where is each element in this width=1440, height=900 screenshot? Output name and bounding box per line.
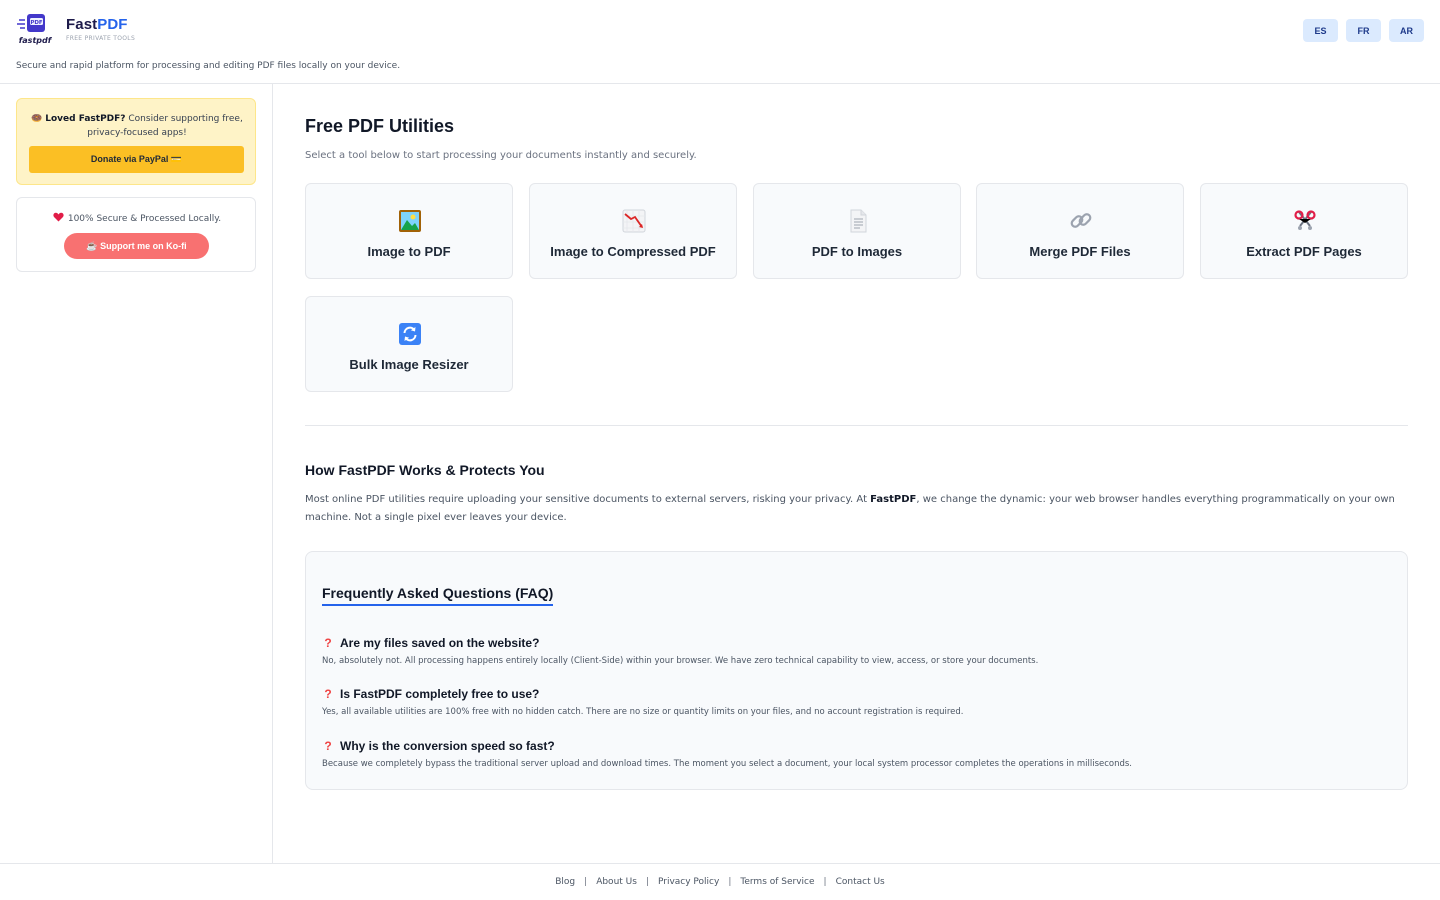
footer-separator: |	[645, 877, 649, 887]
language-switcher: ES FR AR	[1303, 19, 1424, 42]
tool-card-image-to-pdf[interactable]: Image to PDF	[305, 183, 513, 279]
donate-paypal-button[interactable]: Donate via PayPal 💳	[29, 146, 244, 173]
site-footer: Blog | About Us | Privacy Policy | Terms…	[0, 863, 1440, 900]
page-title: Free PDF Utilities	[305, 116, 455, 136]
faq-item: ? Are my files saved on the website? No, …	[322, 636, 1392, 666]
faq-answer: Because we completely bypass the traditi…	[322, 759, 1133, 769]
faq-question: ? Are my files saved on the website?	[322, 636, 1392, 650]
faq-answer: Yes, all available utilities are 100% fr…	[322, 707, 964, 717]
faq-section: Frequently Asked Questions (FAQ) ? Are my…	[305, 551, 1408, 790]
svg-text:fastpdf: fastpdf	[19, 36, 53, 45]
tool-label: PDF to Images	[811, 244, 903, 259]
tool-card-bulk-image-resizer[interactable]: Bulk Image Resizer	[305, 296, 513, 392]
donut-icon: 🍩	[31, 114, 43, 124]
faq-item: ? Why is the conversion speed so fast? Be…	[322, 739, 1392, 769]
donate-card: 🍩 Loved FastPDF? Consider supporting fre…	[16, 98, 256, 185]
tool-card-pdf-to-images[interactable]: PDF to Images	[753, 183, 961, 279]
how-it-works-title: How FastPDF Works & Protects You	[305, 462, 545, 478]
footer-link-about-us[interactable]: About Us	[596, 877, 637, 887]
brand: FastPDF FREE PRIVATE TOOLS	[66, 16, 135, 42]
faq-answer: No, absolutely not. All processing happe…	[322, 656, 1039, 666]
lang-button-es[interactable]: ES	[1303, 19, 1338, 42]
tool-label: Image to Compressed PDF	[550, 244, 716, 259]
footer-link-blog[interactable]: Blog	[555, 877, 575, 887]
footer-separator: |	[728, 877, 732, 887]
lang-button-ar[interactable]: AR	[1389, 19, 1424, 42]
lang-button-fr[interactable]: FR	[1346, 19, 1381, 42]
question-mark-icon: ?	[324, 636, 332, 650]
link-icon	[1069, 209, 1093, 233]
footer-separator: |	[584, 877, 588, 887]
tool-label: Extract PDF Pages	[1246, 244, 1362, 259]
secure-card: 100% Secure & Processed Locally. ☕ Suppo…	[16, 197, 256, 272]
brand-subtitle: FREE PRIVATE TOOLS	[66, 35, 136, 42]
tool-label: Merge PDF Files	[1029, 244, 1131, 259]
chart-down-icon	[622, 209, 646, 233]
tool-card-merge-pdf-files[interactable]: Merge PDF Files	[976, 183, 1184, 279]
heart-icon	[53, 212, 64, 225]
footer-link-terms-of-service[interactable]: Terms of Service	[740, 877, 814, 887]
picture-icon	[398, 209, 422, 233]
sidebar: 🍩 Loved FastPDF? Consider supporting fre…	[0, 84, 273, 863]
svg-text:PDF: PDF	[30, 20, 43, 26]
secure-message: 100% Secure & Processed Locally.	[17, 212, 257, 225]
faq-question: ? Is FastPDF completely free to use?	[322, 687, 1392, 701]
site-header: PDF fastpdf FastPDF FREE PRIVATE TOOLS S…	[0, 0, 1440, 84]
footer-link-contact-us[interactable]: Contact Us	[836, 877, 885, 887]
tool-label: Bulk Image Resizer	[349, 357, 469, 372]
how-it-works-body: Most online PDF utilities require upload…	[305, 494, 1395, 523]
section-divider	[305, 425, 1408, 426]
question-mark-icon: ?	[324, 687, 332, 701]
footer-link-privacy-policy[interactable]: Privacy Policy	[658, 877, 719, 887]
donate-message: 🍩 Loved FastPDF? Consider supporting fre…	[31, 114, 243, 138]
faq-title: Frequently Asked Questions (FAQ)	[322, 585, 554, 606]
tool-card-image-to-compressed-pdf[interactable]: Image to Compressed PDF	[529, 183, 737, 279]
brand-name: FastPDF	[66, 16, 128, 33]
refresh-icon	[398, 322, 422, 346]
scissors-icon	[1293, 209, 1317, 233]
question-mark-icon: ?	[324, 739, 332, 753]
kofi-support-button[interactable]: ☕ Support me on Ko-fi	[64, 233, 209, 259]
faq-question: ? Why is the conversion speed so fast?	[322, 739, 1392, 753]
footer-separator: |	[823, 877, 827, 887]
tool-label: Image to PDF	[367, 244, 451, 259]
fastpdf-logo-icon[interactable]: PDF fastpdf	[16, 12, 56, 46]
page-subtitle: Select a tool below to start processing …	[305, 150, 697, 161]
tool-card-extract-pdf-pages[interactable]: Extract PDF Pages	[1200, 183, 1408, 279]
document-icon	[846, 209, 870, 233]
tagline: Secure and rapid platform for processing…	[16, 61, 401, 71]
faq-item: ? Is FastPDF completely free to use? Yes,…	[322, 687, 1392, 717]
